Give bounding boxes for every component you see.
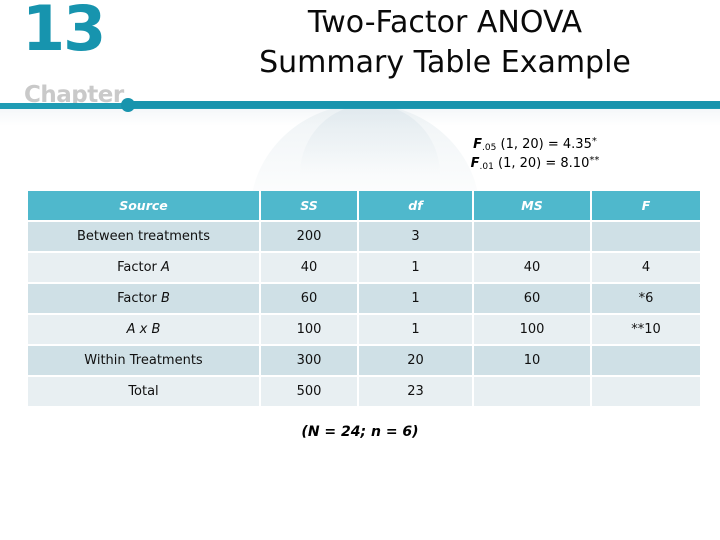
source-label: Total	[128, 384, 159, 399]
table-row: A x B 100 1 100 **10	[28, 314, 700, 346]
cell-df: 1	[358, 314, 474, 346]
source-label: Within Treatments	[84, 353, 203, 368]
f-expression: (1, 20) = 4.35	[500, 137, 592, 152]
cell-f	[591, 376, 700, 406]
table-header-row: Source SS df MS F	[28, 191, 700, 222]
cell-f: **10	[591, 314, 700, 346]
cell-ss: 200	[260, 221, 359, 253]
chapter-badge: 13 Chapter	[22, 0, 134, 116]
bullet-dot-icon	[121, 98, 135, 112]
source-factor-symbol: A	[161, 260, 170, 275]
header-rule-accent	[128, 101, 720, 108]
f-symbol: F	[470, 156, 480, 171]
cell-ms	[473, 376, 592, 406]
cell-df: 23	[358, 376, 474, 406]
column-header-ms: MS	[473, 191, 592, 222]
cell-f	[591, 221, 700, 253]
f-subscript: .05	[482, 143, 497, 153]
column-header-df: df	[358, 191, 474, 222]
cell-source: Between treatments	[28, 221, 261, 253]
cell-df: 1	[358, 283, 474, 315]
cell-f: *6	[591, 283, 700, 315]
cell-source: Factor A	[28, 252, 261, 284]
n-total-value: = 24;	[319, 424, 371, 440]
cell-f: 4	[591, 252, 700, 284]
cell-ms: 40	[473, 252, 592, 284]
source-factor-symbol: B	[161, 291, 170, 306]
cell-ss: 300	[260, 345, 359, 377]
n-cell-symbol: n	[370, 424, 381, 440]
cell-df: 1	[358, 252, 474, 284]
table-row: Factor B 60 1 60 *6	[28, 283, 700, 315]
source-label: Factor	[117, 291, 161, 306]
n-cell-value: = 6)	[380, 424, 419, 440]
source-label: Between treatments	[76, 229, 210, 244]
title-line-1: Two-Factor ANOVA	[307, 5, 583, 40]
f-significance-stars: **	[589, 155, 600, 166]
cell-ss: 100	[260, 314, 359, 346]
f-critical-line-2: F.01 (1, 20) = 8.10**	[360, 155, 710, 174]
source-label: Factor	[117, 260, 162, 275]
table-row: Factor A 40 1 40 4	[28, 252, 700, 284]
cell-df: 3	[358, 221, 474, 253]
cell-f	[591, 345, 700, 377]
cell-ms	[473, 221, 592, 253]
cell-source: A x B	[28, 314, 261, 346]
table-row: Between treatments 200 3	[28, 221, 700, 253]
title-line-2: Summary Table Example	[259, 45, 631, 80]
cell-ss: 40	[260, 252, 359, 284]
table-body: Between treatments 200 3 Factor A 40 1 40 4 Fact…	[28, 221, 700, 406]
page-title: Two-Factor ANOVA Summary Table Example	[190, 3, 700, 83]
f-expression: (1, 20) = 8.10	[498, 156, 590, 171]
column-header-ss: SS	[260, 191, 359, 222]
sample-size-note: (N = 24; n = 6)	[0, 424, 720, 440]
cell-df: 20	[358, 345, 474, 377]
column-header-f: F	[591, 191, 700, 222]
f-symbol: F	[473, 137, 483, 152]
cell-source: Factor B	[28, 283, 261, 315]
f-subscript: .01	[479, 162, 494, 172]
f-significance-stars: *	[591, 136, 597, 147]
cell-source: Total	[28, 376, 261, 406]
table-row: Total 500 23	[28, 376, 700, 406]
cell-ms: 60	[473, 283, 592, 315]
cell-ms: 100	[473, 314, 592, 346]
cell-ss: 60	[260, 283, 359, 315]
f-critical-line-1: F.05 (1, 20) = 4.35*	[360, 136, 710, 155]
f-critical-values: F.05 (1, 20) = 4.35* F.01 (1, 20) = 8.10…	[360, 136, 710, 174]
source-factor-symbol: A x B	[126, 322, 161, 337]
n-total-symbol: N	[307, 424, 320, 440]
anova-summary-table: Source SS df MS F Between treatments 200 3…	[28, 191, 700, 406]
cell-source: Within Treatments	[28, 345, 261, 377]
slide-canvas: 13 Chapter Two-Factor ANOVA Summary Tabl…	[0, 0, 720, 540]
cell-ss: 500	[260, 376, 359, 406]
column-header-source: Source	[28, 191, 261, 222]
chapter-number: 13	[22, 0, 106, 65]
cell-ms: 10	[473, 345, 592, 377]
table-row: Within Treatments 300 20 10	[28, 345, 700, 377]
